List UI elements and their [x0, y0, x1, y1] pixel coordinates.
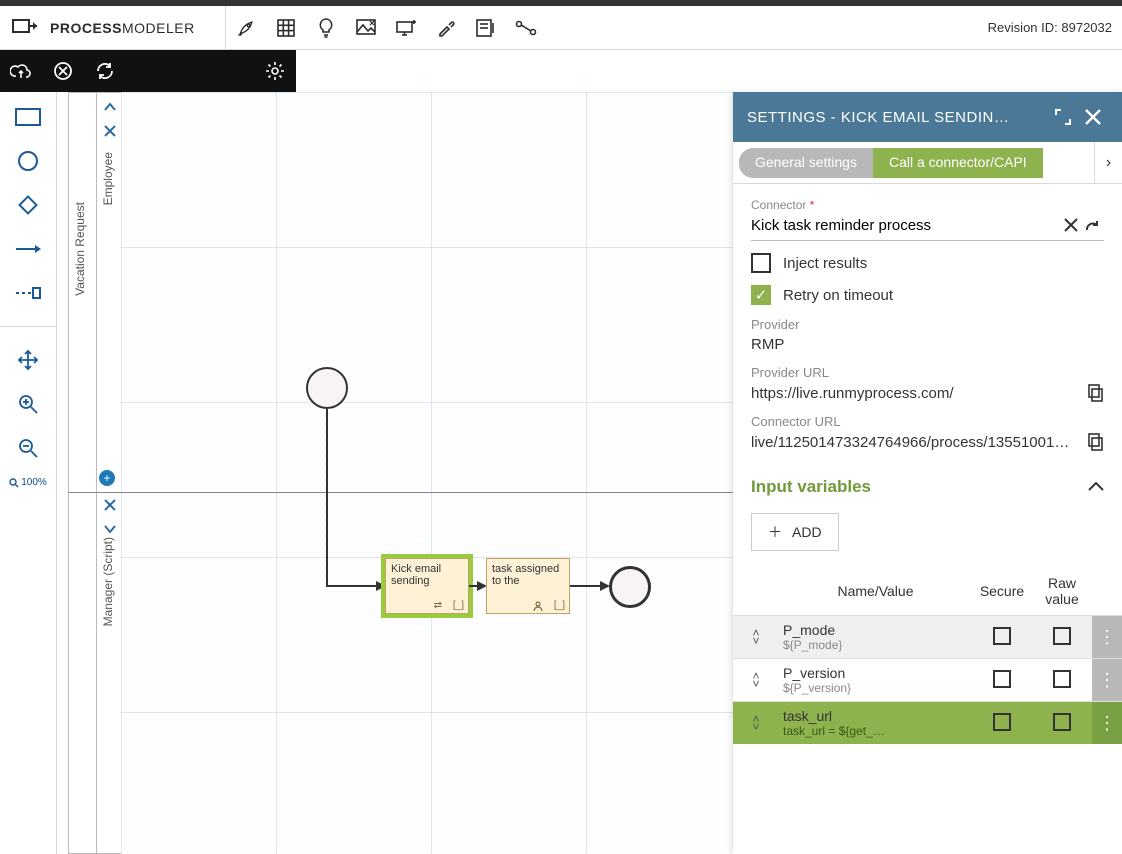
tab-call-connector[interactable]: Call a connector/CAPI — [873, 148, 1043, 178]
panel-close-icon[interactable] — [1078, 102, 1108, 132]
collapse-icon[interactable] — [1088, 482, 1104, 492]
input-variables-title: Input variables — [751, 477, 871, 497]
task-assigned[interactable]: task assigned to the [_] — [486, 558, 570, 614]
tab-general-settings[interactable]: General settings — [739, 148, 873, 178]
connector-label: Connector * — [751, 198, 1104, 212]
var-name: task_url — [783, 708, 968, 724]
palette-move[interactable] — [8, 345, 48, 375]
var-value: ${P_mode} — [783, 638, 968, 652]
refresh-icon[interactable] — [84, 50, 126, 92]
lane-add-icon[interactable]: + — [99, 470, 115, 486]
plus-icon: ＋ — [768, 522, 782, 542]
row-menu-icon[interactable]: ⋮ — [1092, 702, 1122, 745]
copy-icon[interactable] — [1088, 384, 1104, 402]
variable-row[interactable]: ˄˅P_mode${P_mode} ⋮ — [733, 616, 1122, 659]
col-name-value: Name/Value — [779, 567, 972, 616]
toolbar-bulb-icon[interactable] — [306, 6, 346, 50]
inject-results-checkbox[interactable] — [751, 253, 771, 273]
connector-url-label: Connector URL — [751, 414, 1104, 429]
raw-checkbox[interactable] — [1053, 627, 1071, 645]
secure-checkbox[interactable] — [993, 627, 1011, 645]
subprocess-marker-icon: [_] — [453, 600, 464, 611]
open-icon[interactable] — [1082, 214, 1104, 236]
provider-label: Provider — [751, 317, 1104, 332]
lane-up-icon[interactable] — [101, 98, 119, 116]
lane2-close-icon[interactable] — [101, 496, 119, 514]
palette-link[interactable] — [8, 278, 48, 308]
toolbar-grid-icon[interactable] — [266, 6, 306, 50]
revision-id: Revision ID: 8972032 — [988, 20, 1122, 35]
var-value: ${P_version} — [783, 681, 968, 695]
user-marker-icon — [533, 601, 543, 611]
raw-checkbox[interactable] — [1053, 670, 1071, 688]
add-variable-button[interactable]: ＋ ADD — [751, 513, 839, 551]
palette-rectangle[interactable] — [8, 102, 48, 132]
var-value: task_url = ${get_… — [783, 724, 968, 738]
app-toolbar: PROCESSMODELER Revision ID: 8972032 — [0, 6, 1122, 50]
retry-timeout-label: Retry on timeout — [783, 287, 893, 304]
row-menu-icon[interactable]: ⋮ — [1092, 616, 1122, 659]
provider-url-value: https://live.runmyprocess.com/ — [751, 385, 1088, 402]
secure-checkbox[interactable] — [993, 713, 1011, 731]
cloud-upload-icon[interactable] — [0, 50, 42, 92]
call-marker-icon: ⇄ — [434, 600, 442, 611]
end-event[interactable] — [609, 566, 651, 608]
toolbar-form-icon[interactable] — [466, 6, 506, 50]
settings-gear-icon[interactable] — [254, 50, 296, 92]
connector-url-value: live/112501473324764966/process/13551001… — [751, 434, 1088, 451]
cancel-circle-icon[interactable] — [42, 50, 84, 92]
lane2-label: Manager (Script) — [101, 537, 115, 626]
toolbar-connector-icon[interactable] — [506, 6, 546, 50]
app-brand: PROCESSMODELER — [50, 20, 225, 36]
lane-close-icon[interactable] — [101, 122, 119, 140]
pool-label: Vacation Request — [73, 202, 87, 296]
task-kick-email[interactable]: Kick email sending [_] ⇄ — [385, 558, 469, 614]
palette-diamond[interactable] — [8, 190, 48, 220]
toolbar-eyedropper-icon[interactable] — [426, 6, 466, 50]
palette-arrow[interactable] — [8, 234, 48, 264]
clear-icon[interactable] — [1060, 214, 1082, 236]
panel-expand-icon[interactable] — [1048, 102, 1078, 132]
zoom-level: 100% — [9, 477, 47, 488]
panel-tabs: General settings Call a connector/CAPI › — [733, 142, 1122, 184]
var-name: P_mode — [783, 622, 968, 638]
secure-checkbox[interactable] — [993, 670, 1011, 688]
copy-icon[interactable] — [1088, 433, 1104, 451]
settings-panel: SETTINGS - KICK EMAIL SENDIN… General se… — [733, 92, 1122, 854]
tabs-more-icon[interactable]: › — [1094, 142, 1122, 183]
provider-url-label: Provider URL — [751, 365, 1104, 380]
reorder-icon[interactable]: ˄˅ — [733, 616, 779, 659]
app-logo-icon — [0, 17, 50, 39]
lane1-label: Employee — [101, 152, 115, 205]
toolbar-screen-plus-icon[interactable] — [386, 6, 426, 50]
input-variables-table: Name/Value Secure Raw value ˄˅P_mode${P_… — [733, 567, 1122, 744]
subprocess-marker-icon: [_] — [554, 600, 565, 611]
palette-zoom-in[interactable] — [8, 389, 48, 419]
palette-circle[interactable] — [8, 146, 48, 176]
element-palette: 100% — [0, 92, 57, 854]
toolbar-rocket-icon[interactable] — [226, 6, 266, 50]
raw-checkbox[interactable] — [1053, 713, 1071, 731]
provider-value: RMP — [751, 336, 1104, 353]
variable-row[interactable]: ˄˅P_version${P_version} ⋮ — [733, 659, 1122, 702]
inject-results-label: Inject results — [783, 255, 867, 272]
row-menu-icon[interactable]: ⋮ — [1092, 659, 1122, 702]
lane2-down-icon[interactable] — [101, 520, 119, 538]
col-raw: Raw value — [1032, 567, 1092, 616]
col-secure: Secure — [972, 567, 1032, 616]
retry-timeout-checkbox[interactable]: ✓ — [751, 285, 771, 305]
palette-zoom-out[interactable] — [8, 433, 48, 463]
reorder-icon[interactable]: ˄˅ — [733, 659, 779, 702]
connector-input[interactable] — [751, 217, 1060, 234]
reorder-icon[interactable]: ˄˅ — [733, 702, 779, 745]
start-event[interactable] — [306, 367, 348, 409]
black-toolbar — [0, 50, 296, 92]
toolbar-image-icon[interactable] — [346, 6, 386, 50]
var-name: P_version — [783, 665, 968, 681]
variable-row[interactable]: ˄˅task_urltask_url = ${get_… ⋮ — [733, 702, 1122, 745]
panel-title: SETTINGS - KICK EMAIL SENDIN… — [747, 109, 1048, 126]
